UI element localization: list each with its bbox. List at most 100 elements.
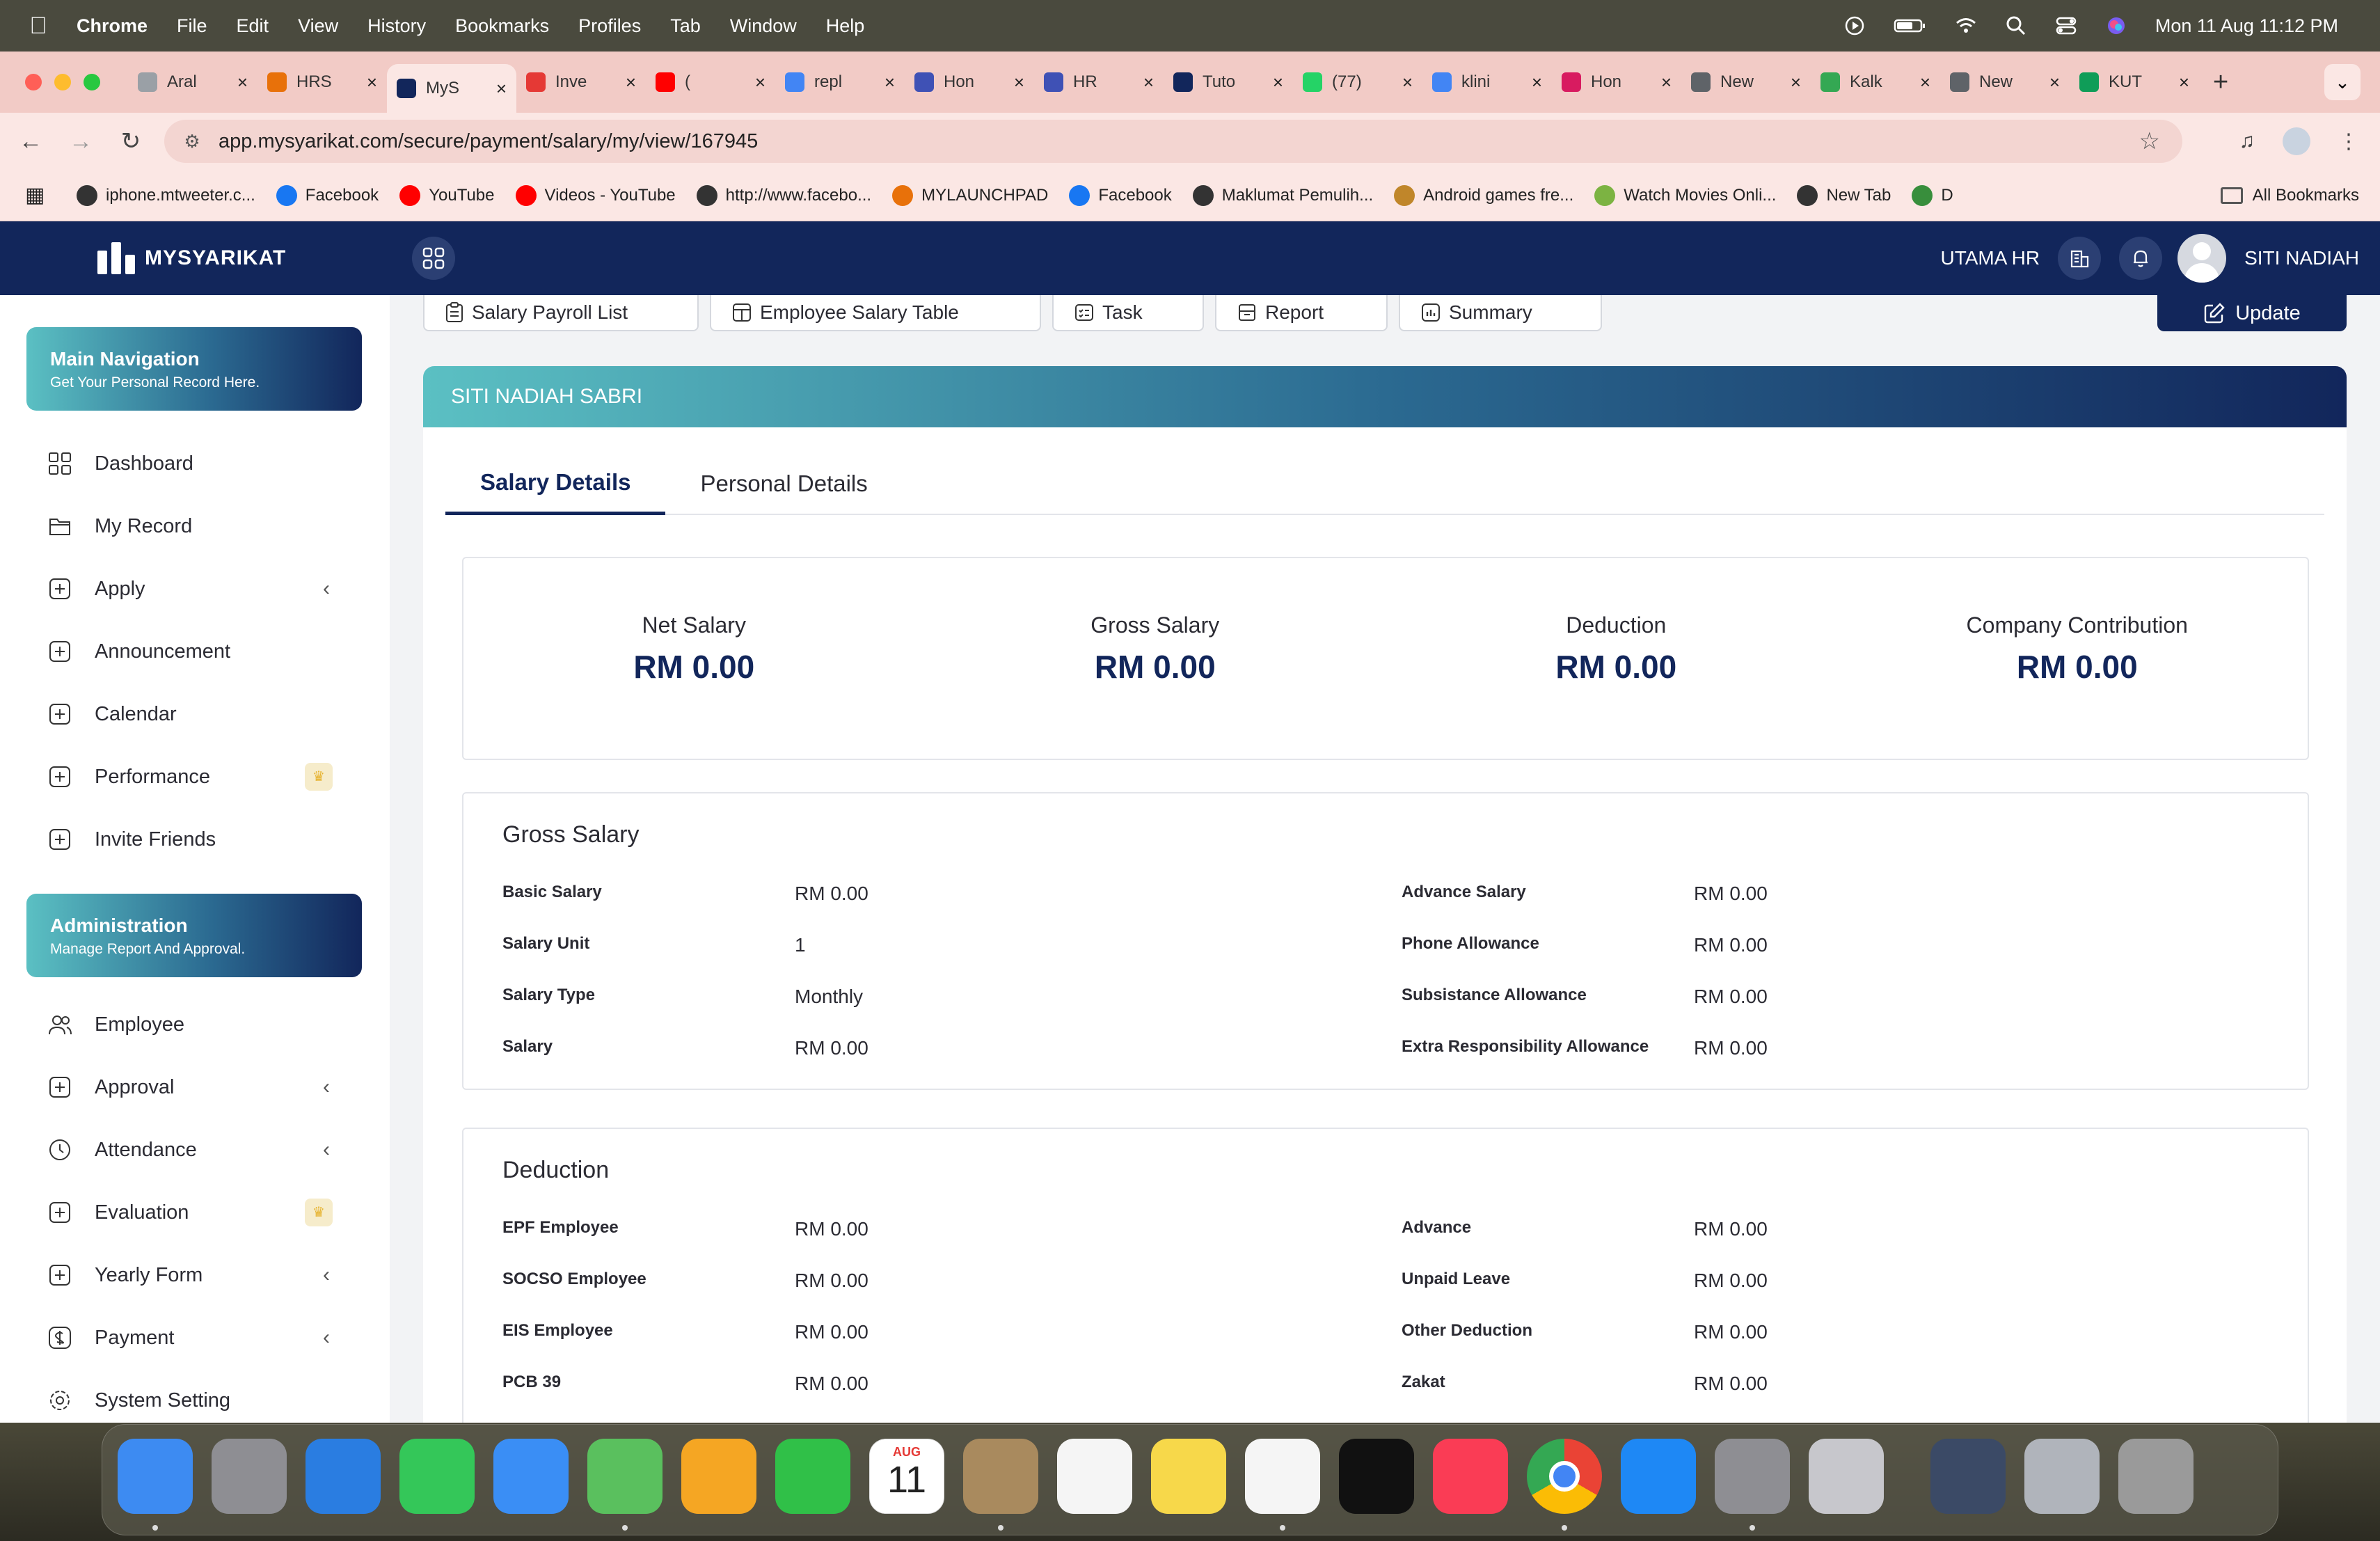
forward-button[interactable]: → <box>56 128 106 155</box>
bookmark-item[interactable]: iphone.mtweeter.c... <box>77 184 255 206</box>
bookmark-item[interactable]: MYLAUNCHPAD <box>892 184 1048 206</box>
sidebar-item-evaluation[interactable]: Evaluation ♛ <box>47 1192 354 1233</box>
tab-close-icon[interactable]: × <box>2179 72 2189 93</box>
notes-icon[interactable] <box>1151 1439 1226 1514</box>
browser-tab[interactable]: Inve × <box>516 61 646 103</box>
profile-icon[interactable] <box>2283 127 2310 155</box>
tab-close-icon[interactable]: × <box>2049 72 2060 93</box>
system-settings-icon[interactable] <box>1715 1439 1790 1514</box>
browser-tab[interactable]: HR × <box>1034 61 1164 103</box>
tab-close-icon[interactable]: × <box>496 78 507 100</box>
launchpad-icon[interactable] <box>212 1439 287 1514</box>
photos-icon[interactable] <box>681 1439 756 1514</box>
tab-close-icon[interactable]: × <box>755 72 765 93</box>
sidebar-item-system-setting[interactable]: System Setting <box>47 1380 354 1421</box>
salary-payroll-list-button[interactable]: Salary Payroll List <box>423 295 699 331</box>
control-center-icon[interactable] <box>2055 15 2077 37</box>
menu-bookmarks[interactable]: Bookmarks <box>455 15 549 37</box>
reload-button[interactable]: ↻ <box>106 127 156 155</box>
bookmark-item[interactable]: Watch Movies Onli... <box>1594 184 1776 206</box>
tab-close-icon[interactable]: × <box>367 72 377 93</box>
menu-view[interactable]: View <box>298 15 338 37</box>
browser-tab[interactable]: KUT × <box>2070 61 2199 103</box>
sidebar-item-yearly-form[interactable]: Yearly Form ‹ <box>47 1254 354 1296</box>
media-control-icon[interactable]: ♫ <box>2239 129 2255 153</box>
tab-close-icon[interactable]: × <box>1143 72 1154 93</box>
report-button[interactable]: Report <box>1215 295 1388 331</box>
chevron-left-icon[interactable]: ‹ <box>323 1263 330 1287</box>
all-bookmarks-folder[interactable]: All Bookmarks <box>2220 186 2359 205</box>
browser-tab[interactable]: klini × <box>1422 61 1552 103</box>
bookmark-item[interactable]: Maklumat Pemulih... <box>1192 184 1373 206</box>
tab-close-icon[interactable]: × <box>1791 72 1801 93</box>
browser-tab[interactable]: HRS × <box>257 61 387 103</box>
minimize-window-button[interactable] <box>54 74 71 90</box>
brand-logo[interactable]: MYSYARIKAT <box>97 242 286 274</box>
bookmark-item[interactable]: New Tab <box>1797 184 1891 206</box>
menu-history[interactable]: History <box>367 15 426 37</box>
app-grid-button[interactable] <box>412 237 455 280</box>
menu-file[interactable]: File <box>177 15 207 37</box>
reminders-icon[interactable] <box>1057 1439 1132 1514</box>
chrome-icon[interactable] <box>1527 1439 1602 1514</box>
zoom-window-button[interactable] <box>84 74 100 90</box>
browser-tab[interactable]: Tuto × <box>1164 61 1293 103</box>
tab-search-dropdown[interactable]: ⌄ <box>2324 64 2361 100</box>
browser-tab[interactable]: Aral × <box>128 61 257 103</box>
sidebar-item-employee[interactable]: Employee <box>47 1004 354 1045</box>
sidebar-item-announcement[interactable]: Announcement <box>47 631 354 672</box>
apps-grid-icon[interactable]: ▦ <box>25 183 57 207</box>
music-icon[interactable] <box>1433 1439 1508 1514</box>
tab-close-icon[interactable]: × <box>237 72 248 93</box>
user-avatar[interactable] <box>2177 234 2227 283</box>
finder-icon[interactable] <box>118 1439 193 1514</box>
menu-app-name[interactable]: Chrome <box>77 15 148 37</box>
downloads-stack-icon[interactable] <box>2024 1439 2100 1514</box>
contacts-icon[interactable] <box>963 1439 1038 1514</box>
sidebar-item-approval[interactable]: Approval ‹ <box>47 1066 354 1108</box>
new-tab-button[interactable]: + <box>2213 68 2228 97</box>
sidebar-item-calendar[interactable]: Calendar <box>47 693 354 735</box>
company-switch-button[interactable] <box>2058 237 2102 280</box>
bookmark-item[interactable]: YouTube <box>399 184 495 206</box>
tab-close-icon[interactable]: × <box>1661 72 1672 93</box>
spotlight-search-icon[interactable] <box>2005 15 2027 37</box>
menu-help[interactable]: Help <box>826 15 865 37</box>
sidebar-item-performance[interactable]: Performance ♛ <box>47 756 354 798</box>
chevron-left-icon[interactable]: ‹ <box>323 1138 330 1162</box>
browser-tab[interactable]: MyS × <box>387 64 516 113</box>
sidebar-item-attendance[interactable]: Attendance ‹ <box>47 1129 354 1171</box>
freeform-icon[interactable] <box>1245 1439 1320 1514</box>
battery-icon[interactable] <box>1894 15 1927 37</box>
menu-edit[interactable]: Edit <box>237 15 269 37</box>
tab-close-icon[interactable]: × <box>1532 72 1542 93</box>
tab-close-icon[interactable]: × <box>1273 72 1283 93</box>
bookmark-item[interactable]: D <box>1912 184 1953 206</box>
browser-tab[interactable]: New × <box>1681 61 1811 103</box>
sidebar-item-apply[interactable]: Apply ‹ <box>47 568 354 610</box>
back-button[interactable]: ← <box>6 128 56 155</box>
employee-salary-table-button[interactable]: Employee Salary Table <box>710 295 1041 331</box>
apple-tv-icon[interactable] <box>1339 1439 1414 1514</box>
browser-tab[interactable]: repl × <box>775 61 905 103</box>
sidebar-item-dashboard[interactable]: Dashboard <box>47 443 354 484</box>
bookmark-item[interactable]: Android games fre... <box>1394 184 1573 206</box>
browser-tab[interactable]: (× <box>646 61 775 103</box>
bookmark-item[interactable]: Videos - YouTube <box>515 184 676 206</box>
iphone-mirroring-icon[interactable] <box>1809 1439 1884 1514</box>
tab-close-icon[interactable]: × <box>884 72 895 93</box>
bookmark-item[interactable]: Facebook <box>276 184 379 206</box>
safari-icon[interactable] <box>306 1439 381 1514</box>
messages-icon[interactable] <box>399 1439 475 1514</box>
menu-datetime[interactable]: Mon 11 Aug 11:12 PM <box>2155 15 2338 37</box>
tab-close-icon[interactable]: × <box>1402 72 1413 93</box>
address-bar[interactable]: ⚙ app.mysyarikat.com/secure/payment/sala… <box>164 120 2182 163</box>
menu-tab[interactable]: Tab <box>670 15 701 37</box>
maps-icon[interactable] <box>587 1439 663 1514</box>
close-window-button[interactable] <box>25 74 42 90</box>
tab-close-icon[interactable]: × <box>626 72 636 93</box>
menu-profiles[interactable]: Profiles <box>578 15 641 37</box>
chevron-left-icon[interactable]: ‹ <box>323 1075 330 1099</box>
menu-window[interactable]: Window <box>730 15 797 37</box>
url-text[interactable]: app.mysyarikat.com/secure/payment/salary… <box>219 130 758 153</box>
